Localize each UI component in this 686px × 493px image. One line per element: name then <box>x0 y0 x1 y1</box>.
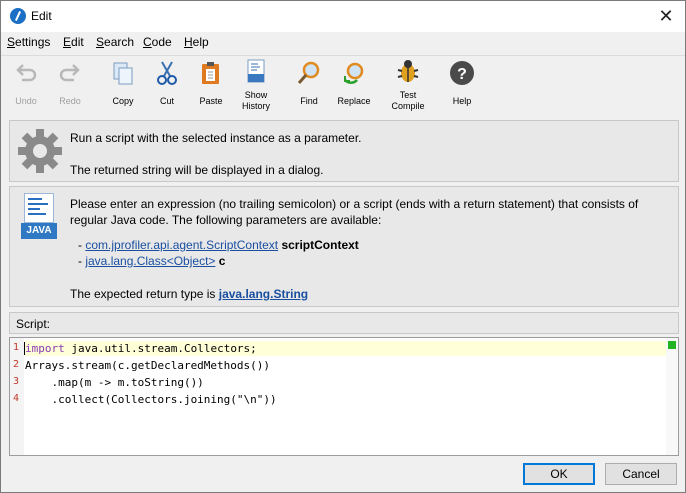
intro-line-2: regular Java code. The following paramet… <box>70 213 382 227</box>
script-context-param-name: scriptContext <box>281 238 359 252</box>
line-number: 4 <box>13 393 20 404</box>
magnifier-icon <box>297 61 320 84</box>
gear-icon <box>18 129 62 173</box>
menu-bar: Settings Edit Search Code Help <box>1 32 685 53</box>
redo-icon <box>59 64 80 82</box>
undo-icon <box>16 64 37 82</box>
redo-label: Redo <box>59 96 81 106</box>
redo-button[interactable]: Redo <box>47 56 93 116</box>
code-line: Arrays.stream(c.getDeclaredMethods()) <box>25 359 271 372</box>
intro-line-1: Please enter an expression (no trailing … <box>70 197 639 211</box>
line-number: 1 <box>13 342 20 353</box>
show-history-button[interactable]: Show History <box>233 56 279 116</box>
code-area[interactable]: import java.util.stream.Collectors; Arra… <box>24 338 666 455</box>
param-item-script-context: - com.jprofiler.api.agent.ScriptContext … <box>78 238 359 252</box>
undo-button[interactable]: Undo <box>3 56 49 116</box>
paste-button[interactable]: Paste <box>188 56 234 116</box>
toolbar: Undo Redo Copy Cut Paste Show History Fin… <box>1 55 685 117</box>
window-title: Edit <box>31 9 52 23</box>
script-context-type-link[interactable]: com.jprofiler.api.agent.ScriptContext <box>85 238 278 252</box>
cancel-button[interactable]: Cancel <box>605 463 677 485</box>
svg-text:?: ? <box>457 66 467 83</box>
edit-dialog: Edit ✕ Settings Edit Search Code Help Un… <box>0 0 686 493</box>
menu-settings[interactable]: Settings <box>7 35 50 49</box>
line-number: 2 <box>13 359 20 370</box>
info-line-2: The returned string will be displayed in… <box>70 163 324 177</box>
replace-icon <box>344 62 364 84</box>
close-icon[interactable]: ✕ <box>655 5 677 27</box>
menu-help[interactable]: Help <box>184 35 209 49</box>
info-line-1: Run a script with the selected instance … <box>70 131 362 145</box>
code-line: .collect(Collectors.joining("\n")) <box>25 393 277 406</box>
help-label: Help <box>452 96 472 106</box>
copy-button[interactable]: Copy <box>100 56 146 116</box>
line-number: 3 <box>13 376 20 387</box>
help-button[interactable]: ? Help <box>439 56 485 116</box>
code-line: import java.util.stream.Collectors; <box>25 342 257 355</box>
code-line: .map(m -> m.toString()) <box>25 376 204 389</box>
class-param-name: c <box>218 254 226 268</box>
menu-edit[interactable]: Edit <box>63 35 84 49</box>
compile-status-indicator <box>668 341 676 349</box>
test-compile-button[interactable]: Test Compile <box>385 56 431 116</box>
return-type-line: The expected return type is java.lang.St… <box>70 287 309 301</box>
help-icon: ? <box>450 61 474 85</box>
instance-info-panel: Run a script with the selected instance … <box>9 120 679 182</box>
java-icon-label: JAVA <box>21 223 57 239</box>
line-number-gutter: 1 2 3 4 <box>10 338 24 455</box>
script-label: Script: <box>16 317 51 331</box>
cut-button[interactable]: Cut <box>144 56 190 116</box>
show-history-label: Show History <box>241 90 270 111</box>
replace-button[interactable]: Replace <box>331 56 377 116</box>
ok-button[interactable]: OK <box>523 463 595 485</box>
java-history-icon <box>247 59 265 83</box>
menu-code[interactable]: Code <box>143 35 172 49</box>
script-help-panel: JAVA Please enter an expression (no trai… <box>9 186 679 307</box>
menu-search[interactable]: Search <box>96 35 134 49</box>
replace-label: Replace <box>337 96 371 106</box>
param-item-class: - java.lang.Class<Object> c <box>78 254 226 268</box>
class-type-link[interactable]: java.lang.Class<Object> <box>85 254 215 268</box>
copy-icon <box>113 62 133 85</box>
text-caret <box>24 342 25 355</box>
app-icon <box>10 8 26 24</box>
return-type-link[interactable]: java.lang.String <box>219 287 308 301</box>
java-file-icon: JAVA <box>20 193 58 239</box>
script-editor[interactable]: 1 2 3 4 import java.util.stream.Collecto… <box>9 337 679 456</box>
test-compile-label: Test Compile <box>391 90 425 111</box>
find-button[interactable]: Find <box>286 56 332 116</box>
bug-icon <box>397 60 419 82</box>
script-label-bar: Script: <box>9 312 679 334</box>
title-bar: Edit ✕ <box>1 1 685 32</box>
scissors-icon <box>157 61 177 85</box>
clipboard-icon <box>202 62 219 84</box>
editor-status-strip <box>666 338 678 455</box>
